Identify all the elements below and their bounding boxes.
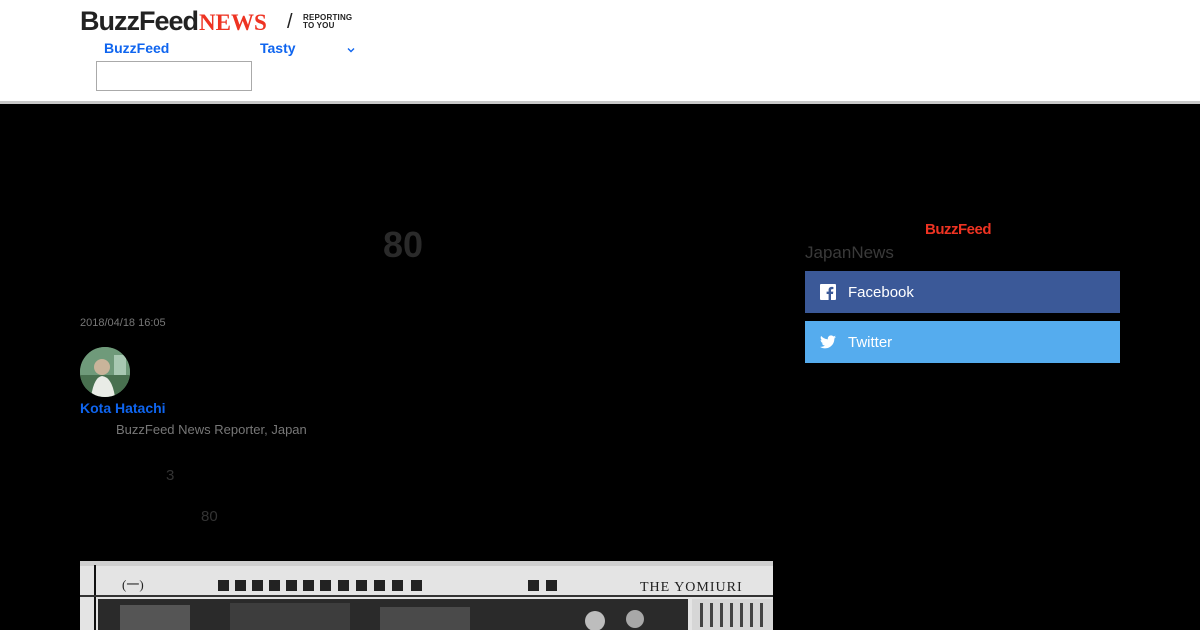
nav-link-tasty[interactable]: Tasty [260,40,296,56]
tagline-line-2: TO YOU [303,21,335,30]
logo-news-text: NEWS [199,10,267,35]
share-facebook-label: Facebook [848,283,914,301]
svg-text:THE YOMIURI: THE YOMIURI [640,580,743,595]
search-input[interactable] [96,61,252,91]
body-text-number: 80 [201,508,218,525]
tagline: REPORTING TO YOU [303,14,363,30]
buzzfeed-news-logo[interactable]: BuzzFeed NEWS [80,6,267,36]
article-timestamp: 2018/04/18 16:05 [80,317,166,329]
site-header: BuzzFeed NEWS / REPORTING TO YOU BuzzFee… [0,0,1200,104]
svg-text:(一): (一) [122,577,144,592]
logo-buzzfeed-text: BuzzFeed [80,6,199,36]
article-headline: 80 [383,224,424,265]
article-image-newspaper: (一) THE YOMIURI [80,561,773,630]
twitter-icon [820,334,836,350]
author-role: BuzzFeed News Reporter, Japan [116,422,307,437]
chevron-down-icon[interactable] [346,42,356,53]
logo-slash: / [287,11,293,33]
body-text-number: 3 [166,467,175,484]
author-name-link[interactable]: Kota Hatachi [80,400,166,416]
share-twitter-label: Twitter [848,333,893,351]
sidebar-label: JapanNews [805,243,894,262]
facebook-icon [820,284,836,300]
nav-link-buzzfeed[interactable]: BuzzFeed [104,40,169,56]
share-facebook-button[interactable]: Facebook [805,271,1120,313]
share-twitter-button[interactable]: Twitter [805,321,1120,363]
author-avatar[interactable] [80,347,130,397]
sidebar-buzzfeed-logo: BuzzFeed [925,221,992,238]
